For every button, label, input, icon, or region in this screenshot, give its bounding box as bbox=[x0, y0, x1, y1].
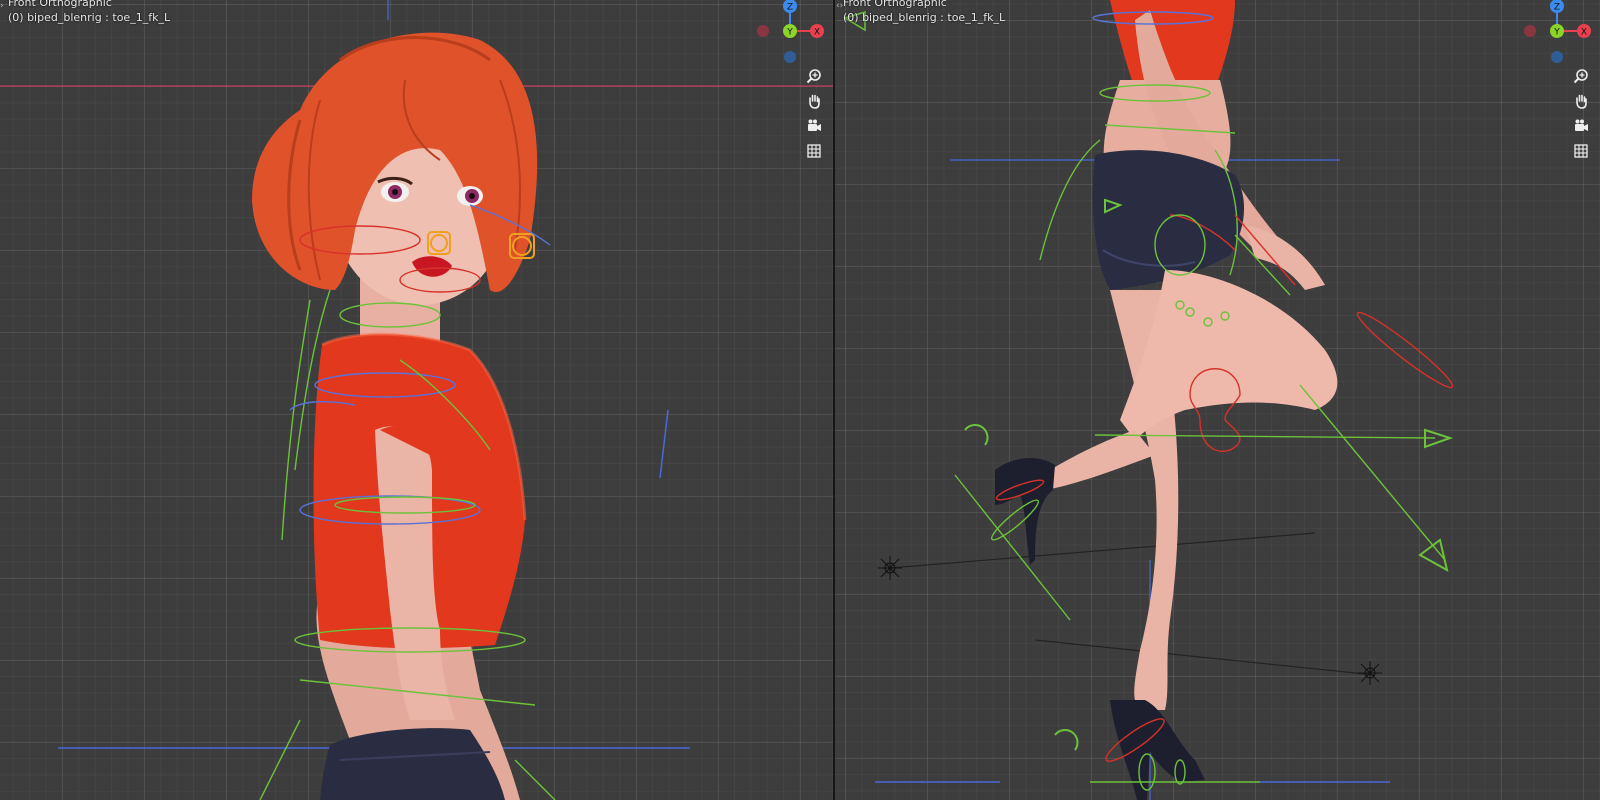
neg-x-axis-handle[interactable] bbox=[1524, 25, 1536, 37]
character-figure-side bbox=[995, 0, 1338, 800]
x-axis-handle[interactable]: X bbox=[810, 24, 824, 38]
camera-icon bbox=[808, 119, 821, 131]
grid-icon bbox=[807, 144, 821, 158]
active-object-label: (0) biped_blenrig : toe_1_fk_L bbox=[843, 11, 1006, 24]
svg-text:Z: Z bbox=[787, 3, 793, 13]
grid-icon bbox=[1574, 144, 1588, 158]
neg-z-axis-handle[interactable] bbox=[784, 51, 796, 63]
character-scene-left bbox=[0, 0, 833, 800]
x-axis-handle[interactable]: X bbox=[1577, 24, 1591, 38]
svg-text:X: X bbox=[1581, 28, 1587, 38]
blender-window: › Front Orthographic (0) biped_blenrig :… bbox=[0, 0, 1600, 800]
y-axis-handle[interactable]: Y bbox=[783, 24, 797, 38]
toggle-ortho-button[interactable] bbox=[803, 140, 825, 162]
toggle-ortho-button[interactable] bbox=[1570, 140, 1592, 162]
viewport-title: Front Orthographic bbox=[8, 0, 112, 9]
viewport-corner-left[interactable]: › bbox=[0, 2, 4, 11]
light-direction bbox=[1034, 639, 1376, 676]
active-object-label: (0) biped_blenrig : toe_1_fk_L bbox=[8, 11, 171, 24]
character-figure bbox=[252, 32, 538, 800]
navigation-gizmo[interactable]: Z X Y bbox=[755, 0, 829, 66]
camera-icon bbox=[1575, 119, 1588, 131]
zoom-in-icon bbox=[1573, 69, 1588, 84]
hand-pan-icon bbox=[809, 94, 820, 109]
viewport-title: Front Orthographic bbox=[843, 0, 947, 9]
z-axis-handle[interactable]: Z bbox=[1550, 0, 1564, 13]
camera-view-button[interactable] bbox=[803, 115, 825, 137]
light-icon bbox=[878, 556, 902, 580]
neg-x-axis-handle[interactable] bbox=[757, 25, 769, 37]
zoom-in-icon bbox=[806, 69, 821, 84]
svg-text:Y: Y bbox=[786, 28, 793, 38]
svg-text:Z: Z bbox=[1554, 3, 1560, 13]
zoom-button[interactable] bbox=[803, 65, 825, 87]
viewport-right[interactable]: ‹› Front Orthographic (0) biped_blenrig … bbox=[835, 0, 1600, 800]
camera-view-button[interactable] bbox=[1570, 115, 1592, 137]
y-axis-handle[interactable]: Y bbox=[1550, 24, 1564, 38]
light-direction bbox=[889, 532, 1316, 569]
svg-text:X: X bbox=[814, 28, 820, 38]
rig-control bbox=[659, 409, 669, 479]
neg-z-axis-handle[interactable] bbox=[1551, 51, 1563, 63]
zoom-button[interactable] bbox=[1570, 65, 1592, 87]
viewport-left[interactable]: › Front Orthographic (0) biped_blenrig :… bbox=[0, 0, 833, 800]
navigation-gizmo[interactable]: Z X Y bbox=[1522, 0, 1596, 66]
character-scene-right bbox=[843, 0, 1454, 800]
svg-text:Y: Y bbox=[1553, 28, 1560, 38]
z-axis-handle[interactable]: Z bbox=[783, 0, 797, 13]
pan-button[interactable] bbox=[803, 90, 825, 112]
pan-button[interactable] bbox=[1570, 90, 1592, 112]
hand-pan-icon bbox=[1576, 94, 1587, 109]
light-icon bbox=[1358, 661, 1382, 685]
